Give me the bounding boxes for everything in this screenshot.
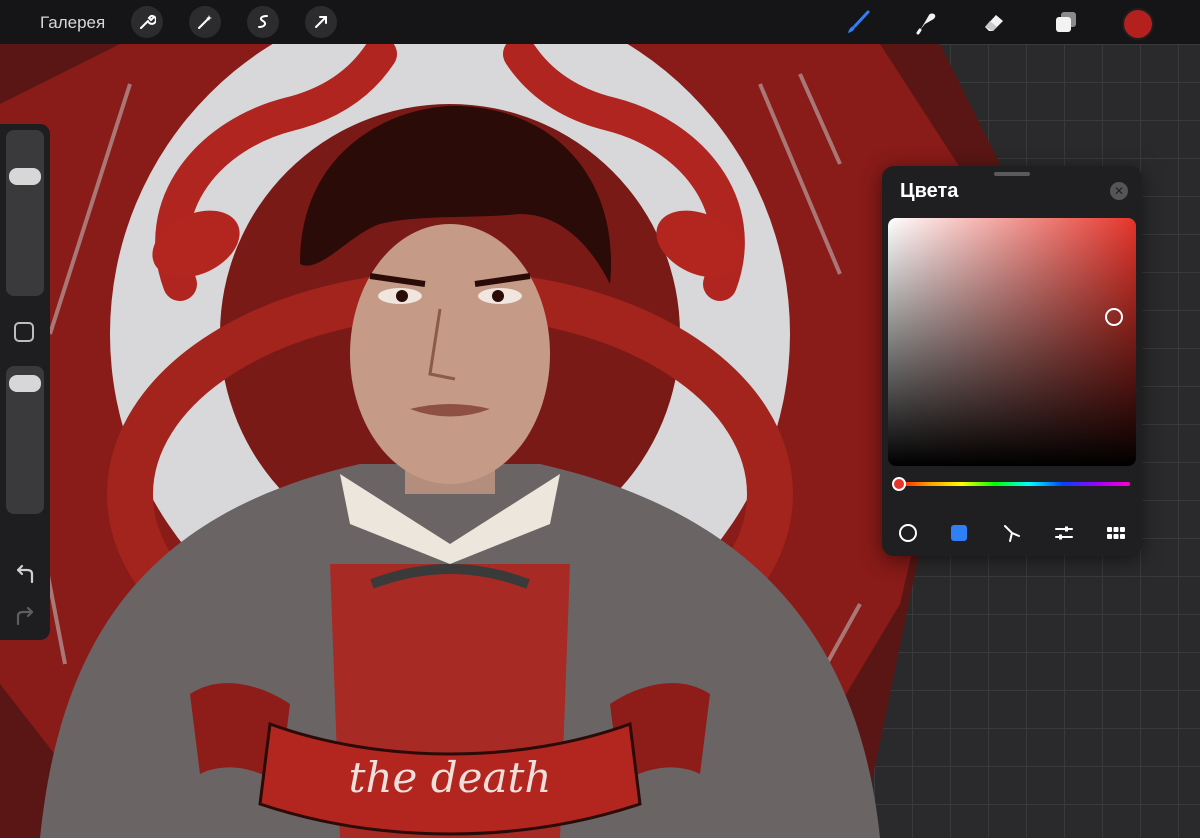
- left-sidebar: [0, 124, 50, 640]
- saturation-brightness-picker[interactable]: [888, 218, 1136, 466]
- layers-icon[interactable]: [1048, 4, 1084, 40]
- disc-tab-icon[interactable]: [895, 520, 921, 546]
- pupil-right: [492, 290, 504, 302]
- panel-grip[interactable]: [994, 172, 1030, 176]
- hue-slider[interactable]: [891, 477, 1130, 491]
- magic-wand-icon[interactable]: [189, 6, 221, 38]
- close-icon[interactable]: ✕: [1110, 182, 1128, 200]
- pupil-left: [396, 290, 408, 302]
- modify-square-icon[interactable]: [14, 322, 34, 342]
- top-toolbar: Галерея: [0, 0, 1200, 44]
- face: [350, 224, 550, 484]
- artwork: the death: [0, 44, 1000, 838]
- selection-icon[interactable]: [247, 6, 279, 38]
- hue-slider-handle[interactable]: [891, 477, 906, 491]
- harmony-tab-icon[interactable]: [999, 520, 1025, 546]
- wrench-icon[interactable]: [131, 6, 163, 38]
- gallery-button[interactable]: Галерея: [40, 13, 105, 33]
- undo-icon[interactable]: [12, 562, 38, 586]
- transform-arrow-icon[interactable]: [305, 6, 337, 38]
- banner-text: the death: [349, 753, 552, 802]
- redo-icon[interactable]: [12, 604, 38, 628]
- eraser-icon[interactable]: [976, 4, 1012, 40]
- opacity-handle[interactable]: [9, 374, 41, 392]
- panel-title: Цвета: [900, 180, 959, 202]
- palettes-tab-icon[interactable]: [1103, 520, 1129, 546]
- smudge-icon[interactable]: [908, 4, 944, 40]
- colors-panel: Цвета ✕: [882, 166, 1142, 556]
- current-color-button[interactable]: [1122, 8, 1154, 40]
- value-tab-icon[interactable]: [1051, 520, 1077, 546]
- brush-size-handle[interactable]: [9, 167, 41, 185]
- opacity-slider[interactable]: [6, 366, 44, 514]
- classic-tab-icon[interactable]: [946, 520, 972, 546]
- brush-icon[interactable]: [840, 4, 876, 40]
- brush-size-slider[interactable]: [6, 130, 44, 296]
- color-picker-handle[interactable]: [1104, 308, 1123, 327]
